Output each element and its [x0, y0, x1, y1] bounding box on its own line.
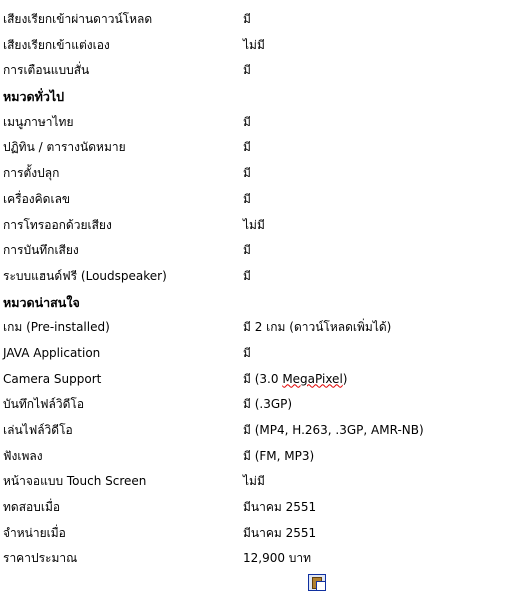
spec-label: จำหน่ายเมื่อ	[3, 525, 66, 540]
spec-label: ราคาประมาณ	[3, 551, 78, 566]
spec-value: มีนาคม 2551	[243, 525, 317, 540]
spec-value: มี	[243, 12, 251, 26]
spec-value: มี	[243, 114, 251, 129]
spec-label: เกม (Pre-installed)	[3, 320, 110, 335]
spec-label: เครื่องคิดเลข	[3, 191, 71, 206]
spec-label: ระบบแฮนด์ฟรี (Loudspeaker)	[3, 268, 167, 283]
spellcheck-underline: MegaPixel	[282, 371, 343, 386]
spec-value: มี	[243, 140, 251, 155]
spec-value: มีนาคม 2551	[243, 500, 317, 515]
section-title: หมวดน่าสนใจ	[3, 294, 80, 310]
spec-label: ทดสอบเมื่อ	[3, 500, 61, 515]
spec-label: Camera Support	[3, 371, 102, 386]
spec-label: เสียงเรียกเข้าแต่งเอง	[3, 37, 110, 52]
paste-clipboard-icon[interactable]	[308, 574, 326, 591]
spec-label: เสียงเรียกเข้าผ่านดาวน์โหลด	[3, 12, 153, 26]
spec-value: มี (3.0 MegaPixel)	[243, 371, 348, 386]
spec-value: มี (FM, MP3)	[243, 448, 315, 463]
spec-value: ไม่มี	[243, 474, 265, 489]
spec-label: JAVA Application	[3, 345, 101, 360]
spec-label: เล่นไฟล์วิดีโอ	[3, 423, 73, 437]
section-title: หมวดทั่วไป	[3, 89, 65, 105]
spec-value: ไม่มี	[243, 37, 265, 52]
spec-value: มี	[243, 166, 251, 181]
spec-value: มี (.3GP)	[243, 397, 293, 412]
spec-label: เมนูภาษาไทย	[3, 114, 74, 129]
spec-value: มี (MP4, H.263, .3GP, AMR-NB)	[243, 423, 424, 437]
spec-value: 12,900 บาท	[243, 551, 312, 566]
spec-value: มี	[243, 191, 251, 206]
spec-value: ไม่มี	[243, 217, 265, 232]
spec-label: บันทึกไฟล์วิดีโอ	[3, 397, 85, 412]
spec-label: หน้าจอแบบ Touch Screen	[3, 474, 147, 489]
spec-value: มี	[243, 268, 251, 283]
spec-value: มี 2 เกม (ดาวน์โหลดเพิ่มได้)	[243, 320, 392, 335]
spec-value: มี	[243, 63, 251, 78]
spec-value: มี	[243, 243, 251, 258]
spec-label: ฟังเพลง	[3, 448, 43, 463]
spec-value: มี	[243, 345, 251, 360]
document-shape	[316, 581, 326, 591]
spec-label: ปฏิทิน / ตารางนัดหมาย	[3, 140, 126, 155]
spec-label: การโทรออกด้วยเสียง	[3, 217, 112, 232]
spec-label: การบันทึกเสียง	[3, 243, 79, 258]
spec-label: การเตือนแบบสั่น	[3, 63, 90, 78]
spec-label: การตั้งปลุก	[3, 166, 60, 181]
